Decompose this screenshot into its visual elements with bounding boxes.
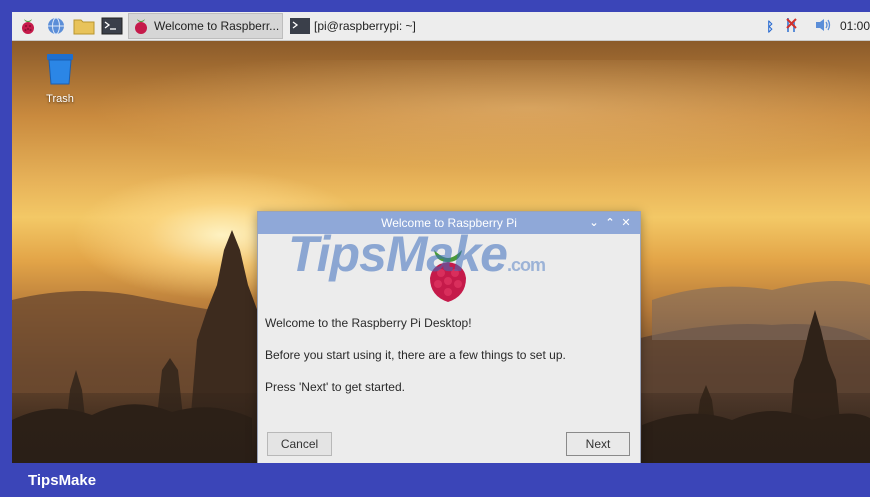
taskbar-task-terminal[interactable]: [pi@raspberrypi: ~] bbox=[287, 14, 433, 38]
taskbar-task-terminal-label: [pi@raspberrypi: ~] bbox=[314, 19, 416, 33]
watermark-suffix: .com bbox=[506, 255, 546, 275]
trash-icon bbox=[47, 54, 73, 85]
trash-label: Trash bbox=[46, 93, 74, 105]
next-button[interactable]: Next bbox=[566, 432, 630, 456]
dialog-line-setup: Before you start using it, there are a f… bbox=[265, 348, 566, 362]
cancel-button[interactable]: Cancel bbox=[267, 432, 332, 456]
taskbar-task-welcome-label: Welcome to Raspberr... bbox=[154, 19, 280, 33]
dialog-line-instruction: Press 'Next' to get started. bbox=[265, 380, 405, 394]
maximize-icon[interactable]: ⌃ bbox=[602, 212, 618, 234]
close-icon[interactable]: ✕ bbox=[618, 212, 634, 234]
raspberry-icon bbox=[135, 19, 147, 34]
top-taskbar: Welcome to Raspberr... [pi@raspberrypi: … bbox=[12, 12, 870, 41]
terminal-icon bbox=[290, 18, 310, 34]
brand-bar: TipsMake bbox=[0, 463, 870, 497]
watermark-text: TipsMake bbox=[288, 226, 508, 282]
terminal-launcher-icon[interactable] bbox=[100, 14, 124, 38]
clock[interactable]: 01:00 bbox=[840, 19, 870, 33]
raspberry-menu-icon[interactable] bbox=[16, 14, 40, 38]
volume-icon[interactable] bbox=[814, 17, 832, 36]
bluetooth-icon[interactable]: ᛒ bbox=[766, 19, 774, 34]
brand-label: TipsMake bbox=[28, 472, 97, 489]
taskbar-task-welcome[interactable]: Welcome to Raspberr... bbox=[128, 13, 283, 39]
network-disconnected-icon[interactable] bbox=[784, 16, 804, 37]
dialog-line-welcome: Welcome to the Raspberry Pi Desktop! bbox=[265, 316, 472, 330]
watermark: TipsMake.com bbox=[288, 225, 546, 283]
system-tray: ᛒ 01:00 bbox=[756, 12, 870, 40]
desktop-trash[interactable]: Trash bbox=[30, 52, 90, 105]
file-manager-folder-icon[interactable] bbox=[72, 14, 96, 38]
browser-globe-icon[interactable] bbox=[44, 14, 68, 38]
minimize-icon[interactable]: ⌄ bbox=[586, 212, 602, 234]
